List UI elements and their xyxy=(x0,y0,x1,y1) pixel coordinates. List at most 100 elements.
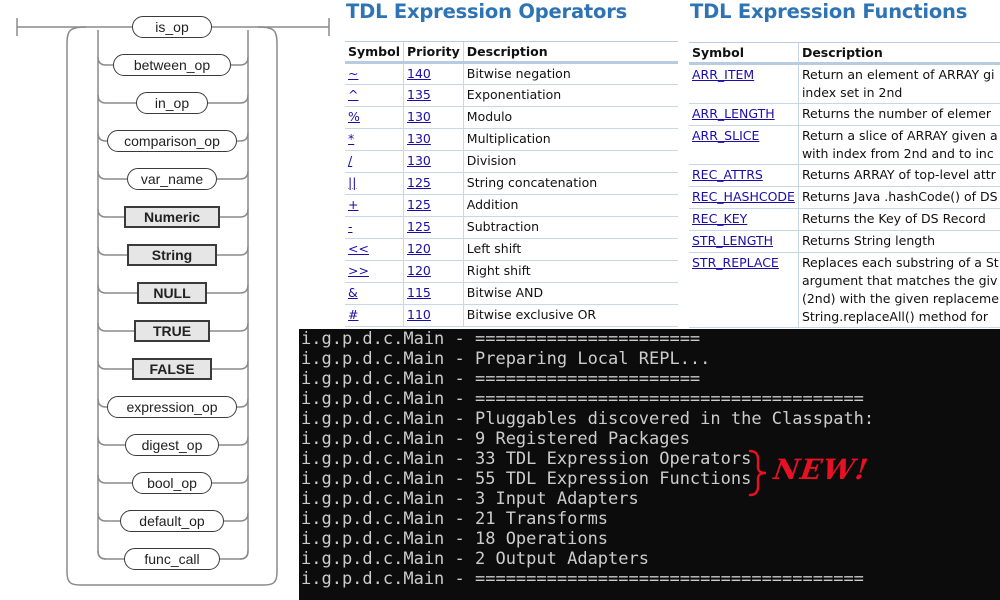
operator-description: String concatenation xyxy=(466,175,598,190)
function-description-line: Return a slice of ARRAY given a xyxy=(801,128,998,143)
operator-symbol-link[interactable]: << xyxy=(348,241,369,256)
operator-priority-link-cell: 130 xyxy=(403,128,464,151)
operator-priority-link-cell: 125 xyxy=(403,172,464,195)
operator-description-cell: Modulo xyxy=(462,106,678,129)
operator-priority-link[interactable]: 125 xyxy=(407,175,431,190)
operator-priority-link[interactable]: 130 xyxy=(407,153,431,168)
operator-row: - 125 Subtraction xyxy=(345,216,678,239)
operator-row: >> 120 Right shift xyxy=(345,260,678,283)
operator-symbol-link[interactable]: & xyxy=(348,285,358,300)
function-symbol-cell: STR_REPLACE xyxy=(689,252,799,328)
function-symbol-link[interactable]: ARR_SLICE xyxy=(692,128,759,143)
operator-priority-link[interactable]: 135 xyxy=(407,87,431,102)
function-symbol-link[interactable]: REC_KEY xyxy=(692,211,747,226)
operator-symbol-link[interactable]: % xyxy=(348,109,360,124)
function-symbol-cell: REC_KEY xyxy=(689,208,799,231)
function-description-line: Returns the number of elemer xyxy=(801,106,992,121)
operators-table: Symbol Priority Description ~140 Bitwise … xyxy=(345,41,678,327)
railroad-node-default-op: default_op xyxy=(120,510,224,532)
operator-priority-link[interactable]: 120 xyxy=(407,241,431,256)
terminal-line: i.g.p.d.c.Main - Pluggables discovered i… xyxy=(301,409,875,429)
railroad-node-true: TRUE xyxy=(134,320,210,342)
operator-priority-link[interactable]: 115 xyxy=(407,285,431,300)
function-description: Replaces each substring of a St argument … xyxy=(797,252,1000,328)
operator-symbol-link[interactable]: ~ xyxy=(348,66,358,81)
operators-header-symbol: Symbol xyxy=(345,41,404,64)
operator-row: ~140 Bitwise negation xyxy=(345,62,678,85)
functions-header-description: Description xyxy=(797,42,1000,65)
operator-description: Modulo xyxy=(466,109,513,124)
function-description-line: Replaces each substring of a St xyxy=(801,255,999,270)
operator-priority-link[interactable]: 125 xyxy=(407,197,431,212)
operator-priority-link-cell: 120 xyxy=(403,238,464,261)
operator-priority-link-cell: 130 xyxy=(403,150,464,173)
operator-priority-link-cell: 120 xyxy=(403,260,464,283)
function-description-line: index set in 2nd xyxy=(801,85,903,100)
operator-symbol-link[interactable]: * xyxy=(348,131,354,146)
operator-symbol-link[interactable]: + xyxy=(348,197,358,212)
operator-symbol-link-cell: || xyxy=(345,172,404,195)
function-symbol-link[interactable]: STR_REPLACE xyxy=(692,255,779,270)
operator-description: Multiplication xyxy=(466,131,551,146)
railroad-node-comparison-op: comparison_op xyxy=(107,130,237,152)
operator-description: Subtraction xyxy=(466,219,540,234)
terminal-line: i.g.p.d.c.Main - =======================… xyxy=(301,389,864,409)
operator-symbol-link[interactable]: # xyxy=(348,307,358,322)
function-row: ARR_ITEM Return an element of ARRAY gi ind… xyxy=(689,63,1000,104)
operator-symbol-link-cell: - xyxy=(345,216,404,239)
functions-table: Symbol Description ARR_ITEM Return an ele… xyxy=(689,42,1000,328)
function-symbol-cell: ARR_SLICE xyxy=(689,125,799,165)
function-symbol-link[interactable]: STR_LENGTH xyxy=(692,233,773,248)
operator-symbol-link[interactable]: - xyxy=(348,219,353,234)
operator-description-cell: Bitwise AND xyxy=(462,282,678,305)
operator-symbol-link-cell: * xyxy=(345,128,404,151)
terminal-line: i.g.p.d.c.Main - 33 TDL Expression Opera… xyxy=(301,449,752,469)
function-row: STR_LENGTH Returns String length xyxy=(689,230,1000,253)
operator-priority-link-cell: 140 xyxy=(403,62,464,85)
operator-symbol-link[interactable]: ^ xyxy=(348,87,358,102)
operator-symbol-link[interactable]: || xyxy=(348,175,356,190)
function-symbol-link[interactable]: ARR_ITEM xyxy=(692,67,754,82)
function-symbol-link[interactable]: ARR_LENGTH xyxy=(692,106,775,121)
operator-priority-link[interactable]: 130 xyxy=(407,131,431,146)
operator-row: % 130 Modulo xyxy=(345,106,678,129)
operator-description: Bitwise AND xyxy=(466,285,544,300)
terminal-line: i.g.p.d.c.Main - Preparing Local REPL... xyxy=(301,349,711,369)
function-symbol-link[interactable]: REC_HASHCODE xyxy=(692,189,795,204)
operators-table-body: ~140 Bitwise negation ^ 135 Exponentiation% 1… xyxy=(345,62,678,327)
operators-header-row: Symbol Priority Description xyxy=(345,41,678,64)
operators-header-priority: Priority xyxy=(403,41,464,64)
function-description: Returns Java .hashCode() of DS xyxy=(797,186,1000,209)
function-symbol-link[interactable]: REC_ATTRS xyxy=(692,167,763,182)
function-symbol-cell: REC_HASHCODE xyxy=(689,186,799,209)
operator-symbol-link-cell: / xyxy=(345,150,404,173)
operator-symbol-link[interactable]: >> xyxy=(348,263,369,278)
operator-row: ^ 135 Exponentiation xyxy=(345,84,678,107)
operator-priority-link[interactable]: 140 xyxy=(407,66,431,81)
function-description-line: argument that matches the giv xyxy=(801,273,998,288)
operator-description-cell: Left shift xyxy=(462,238,678,261)
functions-title: TDL Expression Functions xyxy=(690,0,968,23)
operator-priority-link[interactable]: 125 xyxy=(407,219,431,234)
railroad-node-is-op: is_op xyxy=(132,16,212,38)
operator-symbol-link-cell: % xyxy=(345,106,404,129)
terminal-output: i.g.p.d.c.Main - ====================== i… xyxy=(299,329,1000,589)
operator-description-cell: Bitwise exclusive OR xyxy=(462,304,678,327)
operator-symbol-link[interactable]: / xyxy=(348,153,352,168)
function-row: REC_KEY Returns the Key of DS Record xyxy=(689,208,1000,231)
operator-description-cell: Bitwise negation xyxy=(462,62,678,85)
functions-header-symbol: Symbol xyxy=(689,42,799,65)
operator-priority-link[interactable]: 110 xyxy=(407,307,431,322)
terminal-line: i.g.p.d.c.Main - 9 Registered Packages xyxy=(301,429,690,449)
operator-priority-link[interactable]: 120 xyxy=(407,263,431,278)
terminal-window[interactable]: i.g.p.d.c.Main - ====================== i… xyxy=(299,329,1000,600)
operator-description-cell: Exponentiation xyxy=(462,84,678,107)
function-description: Returns the Key of DS Record xyxy=(797,208,1000,231)
function-symbol-cell: ARR_ITEM xyxy=(689,63,799,104)
operator-symbol-link-cell: << xyxy=(345,238,404,261)
operator-row: * 130 Multiplication xyxy=(345,128,678,151)
operator-symbol-link-cell: & xyxy=(345,282,404,305)
operator-priority-link[interactable]: 130 xyxy=(407,109,431,124)
railroad-diagram: is_op between_op in_op comparison_op var_nam… xyxy=(0,0,340,600)
function-description-line: Returns String length xyxy=(801,233,936,248)
